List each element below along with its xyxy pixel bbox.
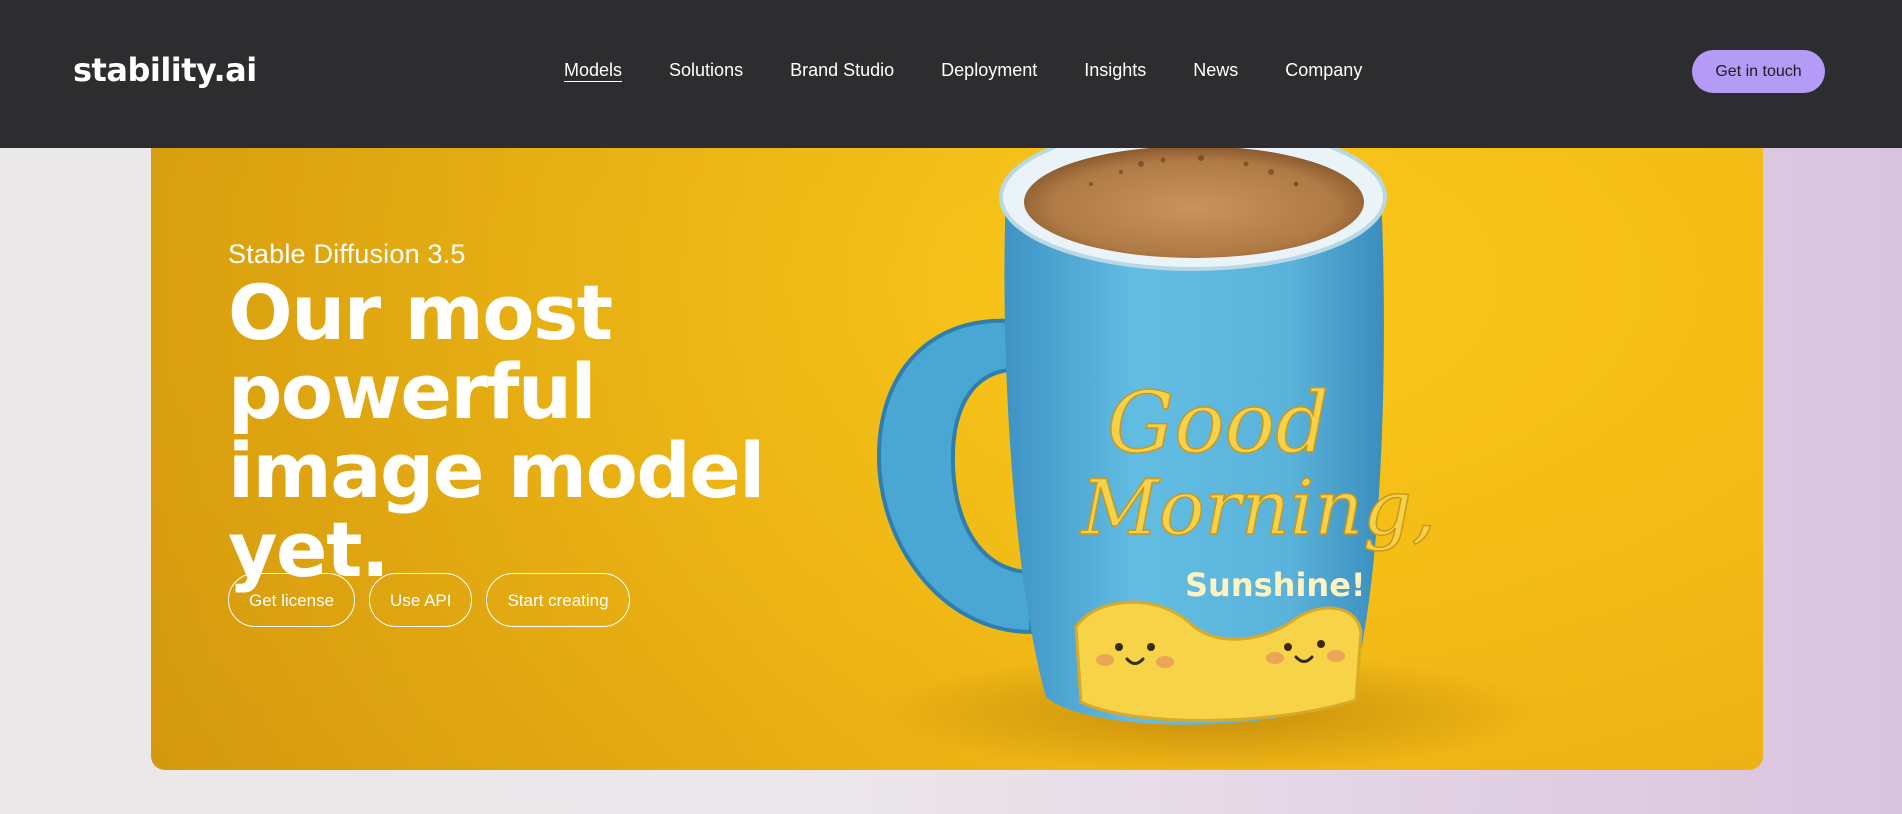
nav-item-deployment[interactable]: Deployment bbox=[941, 58, 1037, 82]
main-nav: Models Solutions Brand Studio Deployment… bbox=[564, 58, 1362, 82]
nav-item-solutions[interactable]: Solutions bbox=[669, 58, 743, 82]
use-api-button[interactable]: Use API bbox=[369, 573, 473, 627]
mug-text-morning: Morning, bbox=[1079, 463, 1436, 552]
logo[interactable]: stability.ai bbox=[73, 50, 257, 90]
nav-item-insights[interactable]: Insights bbox=[1084, 58, 1146, 82]
coffee-surface bbox=[1024, 146, 1364, 258]
mug-text-good: Good bbox=[1107, 374, 1329, 472]
nav-item-news[interactable]: News bbox=[1193, 58, 1238, 82]
start-creating-button[interactable]: Start creating bbox=[486, 573, 630, 627]
nav-item-brand-studio[interactable]: Brand Studio bbox=[790, 58, 894, 82]
nav-item-company[interactable]: Company bbox=[1285, 58, 1362, 82]
hero-button-group: Get license Use API Start creating bbox=[228, 573, 630, 627]
mug-illustration: Good Morning, Sunshine! bbox=[876, 123, 1541, 770]
hero-banner: Good Morning, Sunshine! Stable Diffusion… bbox=[151, 72, 1763, 770]
top-navigation-bar: stability.ai Models Solutions Brand Stud… bbox=[0, 0, 1902, 148]
hero-text-block: Stable Diffusion 3.5 Our most powerful i… bbox=[228, 237, 868, 589]
nav-item-models[interactable]: Models bbox=[564, 58, 622, 82]
get-license-button[interactable]: Get license bbox=[228, 573, 356, 627]
get-in-touch-button[interactable]: Get in touch bbox=[1692, 50, 1825, 93]
mug-text-sunshine: Sunshine! bbox=[1185, 566, 1365, 604]
hero-eyebrow: Stable Diffusion 3.5 bbox=[228, 239, 466, 269]
hero-headline: Our most powerful image model yet. bbox=[228, 268, 765, 594]
